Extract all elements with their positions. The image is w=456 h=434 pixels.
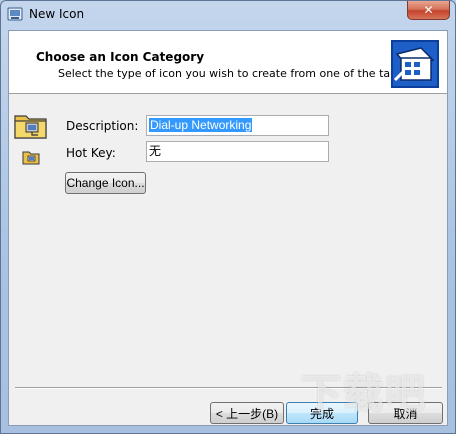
dialog-body: Choose an Icon Category Select the type … xyxy=(8,30,448,426)
cancel-button[interactable]: 取消 xyxy=(368,402,443,424)
title-bar[interactable]: New Icon ✕ xyxy=(1,1,455,29)
hotkey-label: Hot Key: xyxy=(66,146,116,160)
wizard-icon xyxy=(391,40,439,88)
description-label: Description: xyxy=(66,119,139,133)
finish-button[interactable]: 完成 xyxy=(286,402,358,424)
hotkey-input[interactable]: 无 xyxy=(146,141,329,162)
close-button[interactable]: ✕ xyxy=(407,1,450,20)
footer-divider xyxy=(15,387,442,389)
back-button[interactable]: < 上一步(B) xyxy=(210,402,284,424)
description-value: Dial-up Networking xyxy=(149,118,253,132)
app-icon xyxy=(7,7,23,21)
header-subtitle: Select the type of icon you wish to crea… xyxy=(58,67,439,80)
new-icon-dialog: New Icon ✕ Choose an Icon Category Selec… xyxy=(0,0,456,434)
wizard-header: Choose an Icon Category Select the type … xyxy=(9,31,447,94)
folder-network-icon xyxy=(14,115,47,139)
folder-small-icon xyxy=(22,151,40,165)
close-icon: ✕ xyxy=(423,3,434,17)
header-title: Choose an Icon Category xyxy=(36,50,205,64)
description-input[interactable]: Dial-up Networking xyxy=(146,115,329,136)
change-icon-button[interactable]: Change Icon... xyxy=(65,172,146,194)
window-title: New Icon xyxy=(29,7,85,21)
